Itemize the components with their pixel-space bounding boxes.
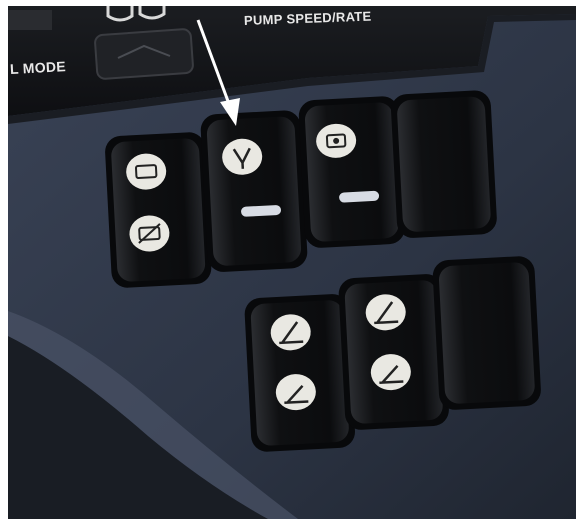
control-panel-photo: PUMP SPEED/RATE L MODE: [8, 6, 576, 519]
console-button: [94, 28, 194, 80]
console-key-partial: [8, 10, 52, 30]
rocker-switch-6[interactable]: [338, 273, 450, 430]
panel-scene: [8, 6, 576, 519]
rocker-switch-5[interactable]: [244, 293, 356, 452]
rocker-switch-4-blank[interactable]: [390, 90, 497, 239]
indicator-bar: [339, 190, 380, 203]
rocker-switch-3[interactable]: [298, 96, 406, 249]
control-mode-label: L MODE: [9, 58, 67, 77]
rocker-switch-1[interactable]: [104, 131, 212, 288]
indicator-bar: [241, 205, 282, 217]
rocker-switch-2[interactable]: [200, 110, 308, 273]
rocker-switch-7-blank[interactable]: [432, 255, 542, 410]
